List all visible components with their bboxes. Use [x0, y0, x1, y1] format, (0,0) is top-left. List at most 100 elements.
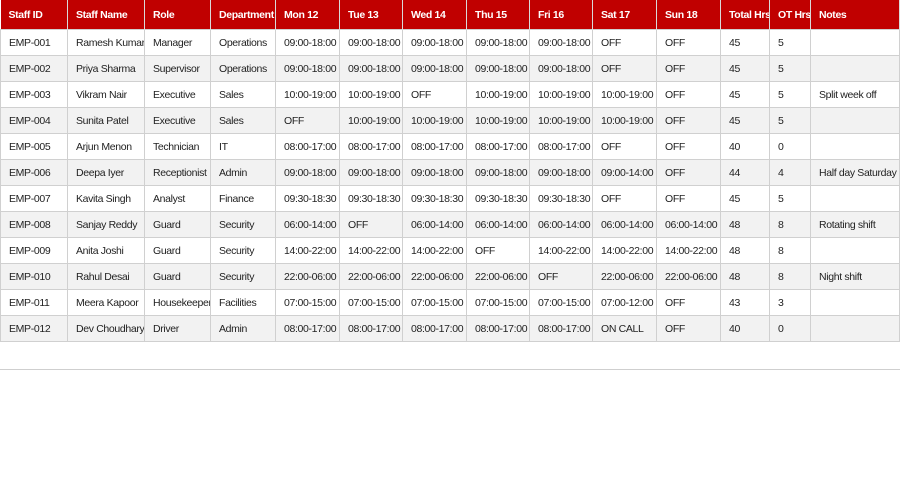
cell-tue[interactable]: 14:00-22:00	[339, 237, 403, 264]
cell-tue[interactable]: 09:00-18:00	[339, 29, 403, 56]
cell-ot-hrs[interactable]: 8	[769, 237, 811, 264]
cell-thu[interactable]: OFF	[466, 237, 530, 264]
cell-staff-name[interactable]: Sanjay Reddy	[67, 211, 145, 238]
cell-sun[interactable]: OFF	[656, 159, 721, 186]
cell-role[interactable]: Housekeeper	[144, 289, 211, 316]
cell-sat[interactable]: 10:00-19:00	[592, 81, 657, 108]
cell-wed[interactable]: 09:30-18:30	[402, 185, 467, 212]
cell-fri[interactable]: 09:00-18:00	[529, 29, 593, 56]
cell-tue[interactable]: 08:00-17:00	[339, 133, 403, 160]
cell-role[interactable]: Executive	[144, 81, 211, 108]
cell-mon[interactable]: 08:00-17:00	[275, 315, 340, 342]
cell-notes[interactable]	[810, 185, 900, 212]
column-header-notes[interactable]: Notes	[810, 0, 900, 30]
column-header-role[interactable]: Role	[144, 0, 211, 30]
cell-staff-name[interactable]: Anita Joshi	[67, 237, 145, 264]
cell-staff-id[interactable]: EMP-011	[0, 289, 68, 316]
cell-department[interactable]: Sales	[210, 107, 276, 134]
cell-staff-id[interactable]: EMP-001	[0, 29, 68, 56]
cell-department[interactable]: Admin	[210, 159, 276, 186]
cell-total-hrs[interactable]: 40	[720, 133, 770, 160]
cell-fri[interactable]: 08:00-17:00	[529, 315, 593, 342]
column-header-total-hrs[interactable]: Total Hrs	[720, 0, 770, 30]
cell-staff-id[interactable]: EMP-005	[0, 133, 68, 160]
cell-thu[interactable]: 06:00-14:00	[466, 211, 530, 238]
cell-department[interactable]: Security	[210, 211, 276, 238]
cell-staff-name[interactable]: Dev Choudhary	[67, 315, 145, 342]
cell-notes[interactable]: Night shift	[810, 263, 900, 290]
cell-sat[interactable]: ON CALL	[592, 315, 657, 342]
cell-tue[interactable]: 10:00-19:00	[339, 81, 403, 108]
cell-fri[interactable]: 06:00-14:00	[529, 211, 593, 238]
cell-total-hrs[interactable]: 45	[720, 81, 770, 108]
cell-notes[interactable]: Half day Saturday	[810, 159, 900, 186]
cell-total-hrs[interactable]: 48	[720, 211, 770, 238]
cell-tue[interactable]: 07:00-15:00	[339, 289, 403, 316]
cell-staff-id[interactable]: EMP-004	[0, 107, 68, 134]
cell-fri[interactable]: 09:00-18:00	[529, 55, 593, 82]
cell-sun[interactable]: OFF	[656, 185, 721, 212]
cell-wed[interactable]: 06:00-14:00	[402, 211, 467, 238]
cell-staff-id[interactable]: EMP-006	[0, 159, 68, 186]
cell-mon[interactable]: 14:00-22:00	[275, 237, 340, 264]
cell-ot-hrs[interactable]: 5	[769, 107, 811, 134]
cell-ot-hrs[interactable]: 5	[769, 55, 811, 82]
cell-notes[interactable]	[810, 237, 900, 264]
cell-sat[interactable]: OFF	[592, 133, 657, 160]
cell-sat[interactable]: 22:00-06:00	[592, 263, 657, 290]
cell-staff-id[interactable]: EMP-002	[0, 55, 68, 82]
column-header-staff-name[interactable]: Staff Name	[67, 0, 145, 30]
cell-sat[interactable]: 09:00-14:00	[592, 159, 657, 186]
cell-mon[interactable]: 09:00-18:00	[275, 159, 340, 186]
cell-sat[interactable]: 06:00-14:00	[592, 211, 657, 238]
cell-staff-id[interactable]: EMP-003	[0, 81, 68, 108]
cell-ot-hrs[interactable]: 4	[769, 159, 811, 186]
column-header-thu[interactable]: Thu 15	[466, 0, 530, 30]
cell-ot-hrs[interactable]: 0	[769, 315, 811, 342]
cell-wed[interactable]: 09:00-18:00	[402, 29, 467, 56]
column-header-wed[interactable]: Wed 14	[402, 0, 467, 30]
cell-sun[interactable]: 14:00-22:00	[656, 237, 721, 264]
cell-wed[interactable]: 10:00-19:00	[402, 107, 467, 134]
cell-tue[interactable]: 09:00-18:00	[339, 159, 403, 186]
column-header-sun[interactable]: Sun 18	[656, 0, 721, 30]
cell-total-hrs[interactable]: 44	[720, 159, 770, 186]
cell-role[interactable]: Receptionist	[144, 159, 211, 186]
cell-department[interactable]: Operations	[210, 29, 276, 56]
cell-thu[interactable]: 08:00-17:00	[466, 133, 530, 160]
cell-fri[interactable]: 09:00-18:00	[529, 159, 593, 186]
cell-thu[interactable]: 22:00-06:00	[466, 263, 530, 290]
column-header-mon[interactable]: Mon 12	[275, 0, 340, 30]
cell-wed[interactable]: 08:00-17:00	[402, 133, 467, 160]
cell-notes[interactable]: Rotating shift	[810, 211, 900, 238]
cell-staff-id[interactable]: EMP-007	[0, 185, 68, 212]
cell-wed[interactable]: 07:00-15:00	[402, 289, 467, 316]
cell-wed[interactable]: OFF	[402, 81, 467, 108]
cell-tue[interactable]: 09:00-18:00	[339, 55, 403, 82]
cell-sun[interactable]: OFF	[656, 55, 721, 82]
cell-department[interactable]: Security	[210, 263, 276, 290]
cell-thu[interactable]: 10:00-19:00	[466, 81, 530, 108]
cell-mon[interactable]: 10:00-19:00	[275, 81, 340, 108]
cell-staff-id[interactable]: EMP-008	[0, 211, 68, 238]
cell-fri[interactable]: OFF	[529, 263, 593, 290]
cell-notes[interactable]: Split week off	[810, 81, 900, 108]
cell-total-hrs[interactable]: 43	[720, 289, 770, 316]
cell-tue[interactable]: 08:00-17:00	[339, 315, 403, 342]
cell-fri[interactable]: 09:30-18:30	[529, 185, 593, 212]
column-header-staff-id[interactable]: Staff ID	[0, 0, 68, 30]
cell-mon[interactable]: 09:00-18:00	[275, 29, 340, 56]
column-header-department[interactable]: Department	[210, 0, 276, 30]
cell-role[interactable]: Technician	[144, 133, 211, 160]
cell-tue[interactable]: OFF	[339, 211, 403, 238]
cell-mon[interactable]: 07:00-15:00	[275, 289, 340, 316]
cell-wed[interactable]: 09:00-18:00	[402, 159, 467, 186]
cell-department[interactable]: Admin	[210, 315, 276, 342]
cell-wed[interactable]: 14:00-22:00	[402, 237, 467, 264]
cell-thu[interactable]: 09:30-18:30	[466, 185, 530, 212]
cell-fri[interactable]: 10:00-19:00	[529, 81, 593, 108]
cell-mon[interactable]: 09:30-18:30	[275, 185, 340, 212]
cell-role[interactable]: Analyst	[144, 185, 211, 212]
cell-sun[interactable]: OFF	[656, 315, 721, 342]
cell-notes[interactable]	[810, 107, 900, 134]
